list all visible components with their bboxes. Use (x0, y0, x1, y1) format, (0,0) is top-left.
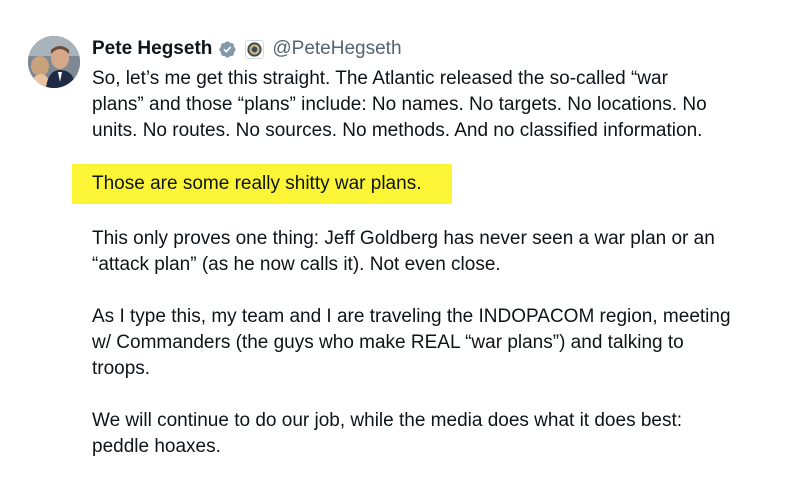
government-seal-icon (245, 39, 265, 59)
author-name[interactable]: Pete Hegseth (92, 38, 212, 60)
tweet-paragraph-1: So, let’s me get this straight. The Atla… (92, 68, 707, 141)
tweet-paragraph-4: We will continue to do our job, while th… (92, 410, 683, 457)
tweet-text: So, let’s me get this straight. The Atla… (72, 66, 782, 457)
avatar-photo (28, 36, 80, 88)
highlighted-sentence: Those are some really shitty war plans. (72, 164, 452, 204)
author-handle[interactable]: @PeteHegseth (272, 38, 401, 60)
tweet-paragraph-2: This only proves one thing: Jeff Goldber… (92, 228, 715, 275)
highlighted-text: Those are some really shitty war plans. (92, 173, 422, 194)
tweet-header: Pete Hegseth @PeteHegseth (92, 36, 402, 62)
tweet-card: Pete Hegseth @PeteHegseth So, let’s me g… (0, 0, 800, 488)
avatar[interactable] (28, 36, 80, 88)
verified-badge-icon (218, 40, 237, 59)
tweet-paragraph-3: As I type this, my team and I are travel… (92, 306, 731, 379)
